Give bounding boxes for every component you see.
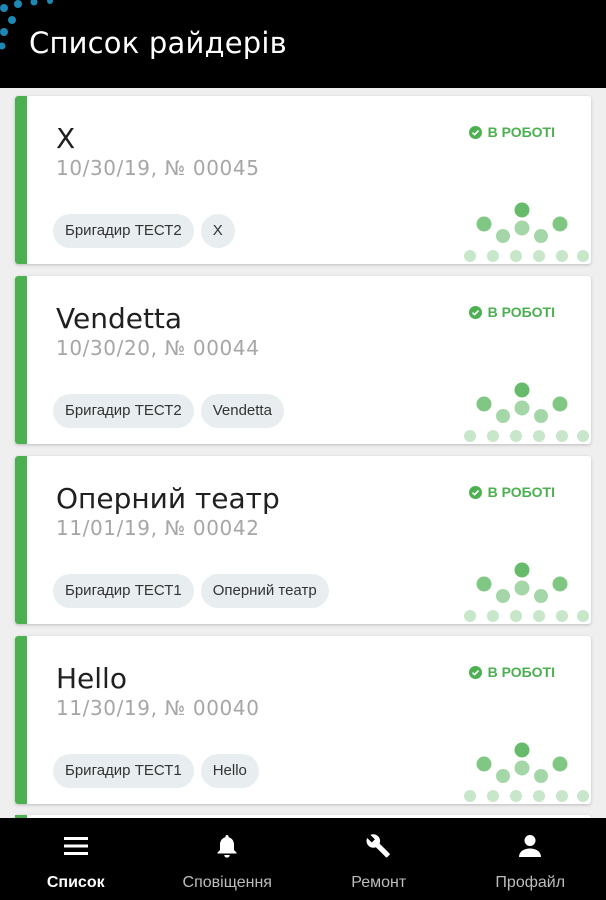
rider-card[interactable]: Оперний театр 11/01/19, № 00042 В РОБОТІ…	[15, 456, 591, 624]
rider-meta: 11/30/19, № 00040	[56, 696, 260, 720]
rider-list[interactable]: X 10/30/19, № 00045 В РОБОТІ Бригадир ТЕ…	[0, 88, 606, 818]
rider-name: Vendetta	[56, 302, 183, 335]
status-accent-bar	[15, 636, 27, 804]
app-header: Список райдерів	[0, 0, 606, 88]
status-label: В РОБОТІ	[487, 484, 555, 500]
nav-label: Список	[46, 874, 105, 891]
status-accent-bar	[15, 96, 27, 264]
wrench-icon	[366, 834, 390, 858]
tag-chip[interactable]: Hello	[200, 754, 259, 788]
status-badge: В РОБОТІ	[468, 304, 555, 320]
rider-meta: 10/30/20, № 00044	[56, 336, 260, 360]
app-root: Список райдерів X 10/30/19, № 00045 В РО…	[0, 0, 606, 900]
decorative-dots-icon	[464, 742, 589, 802]
tag-list: Бригадир ТЕСТ2 X	[53, 214, 235, 248]
check-circle-icon	[468, 125, 482, 139]
tag-chip[interactable]: Vendetta	[200, 394, 284, 428]
rider-name: Оперний театр	[56, 482, 280, 515]
tag-list: Бригадир ТЕСТ1 Hello	[53, 754, 259, 788]
status-accent-bar	[15, 276, 27, 444]
person-icon	[519, 835, 542, 857]
status-badge: В РОБОТІ	[468, 664, 555, 680]
tag-chip[interactable]: Бригадир ТЕСТ2	[53, 394, 194, 428]
decorative-dots-icon	[464, 382, 589, 442]
nav-item-list[interactable]: Список	[0, 818, 152, 900]
tag-list: Бригадир ТЕСТ1 Оперний театр	[53, 574, 329, 608]
nav-item-profile[interactable]: Профайл	[455, 818, 606, 900]
check-circle-icon	[468, 485, 482, 499]
tag-chip[interactable]: Бригадир ТЕСТ2	[53, 214, 194, 248]
bottom-navigation: Список Сповіщення Ремонт Профайл	[0, 818, 606, 900]
check-circle-icon	[468, 305, 482, 319]
status-label: В РОБОТІ	[487, 664, 555, 680]
status-accent-bar	[15, 456, 27, 624]
nav-label: Сповіщення	[182, 874, 272, 891]
page-title: Список райдерів	[29, 26, 287, 60]
rider-card[interactable]: Hello 11/30/19, № 00040 В РОБОТІ Бригади…	[15, 636, 591, 804]
bell-icon	[217, 835, 237, 858]
rider-card[interactable]: Vendetta 10/30/20, № 00044 В РОБОТІ Бриг…	[15, 276, 591, 444]
nav-label: Профайл	[495, 874, 566, 891]
tag-list: Бригадир ТЕСТ2 Vendetta	[53, 394, 284, 428]
status-label: В РОБОТІ	[487, 304, 555, 320]
decorative-dots-icon	[464, 202, 589, 262]
status-badge: В РОБОТІ	[468, 484, 555, 500]
rider-meta: 11/01/19, № 00042	[56, 516, 260, 540]
rider-name: X	[56, 122, 76, 155]
rider-card[interactable]: X 10/30/19, № 00045 В РОБОТІ Бригадир ТЕ…	[15, 96, 591, 264]
nav-item-repair[interactable]: Ремонт	[303, 818, 455, 900]
nav-label: Ремонт	[351, 874, 407, 891]
tag-chip[interactable]: Оперний театр	[200, 574, 329, 608]
menu-icon	[63, 837, 88, 855]
tag-chip[interactable]: Бригадир ТЕСТ1	[53, 754, 194, 788]
status-badge: В РОБОТІ	[468, 124, 555, 140]
status-label: В РОБОТІ	[487, 124, 555, 140]
tag-chip[interactable]: Бригадир ТЕСТ1	[53, 574, 194, 608]
rider-name: Hello	[56, 662, 127, 695]
rider-meta: 10/30/19, № 00045	[56, 156, 260, 180]
nav-item-notifications[interactable]: Сповіщення	[152, 818, 304, 900]
tag-chip[interactable]: X	[200, 214, 235, 248]
check-circle-icon	[468, 665, 482, 679]
decorative-dots-icon	[464, 562, 589, 622]
